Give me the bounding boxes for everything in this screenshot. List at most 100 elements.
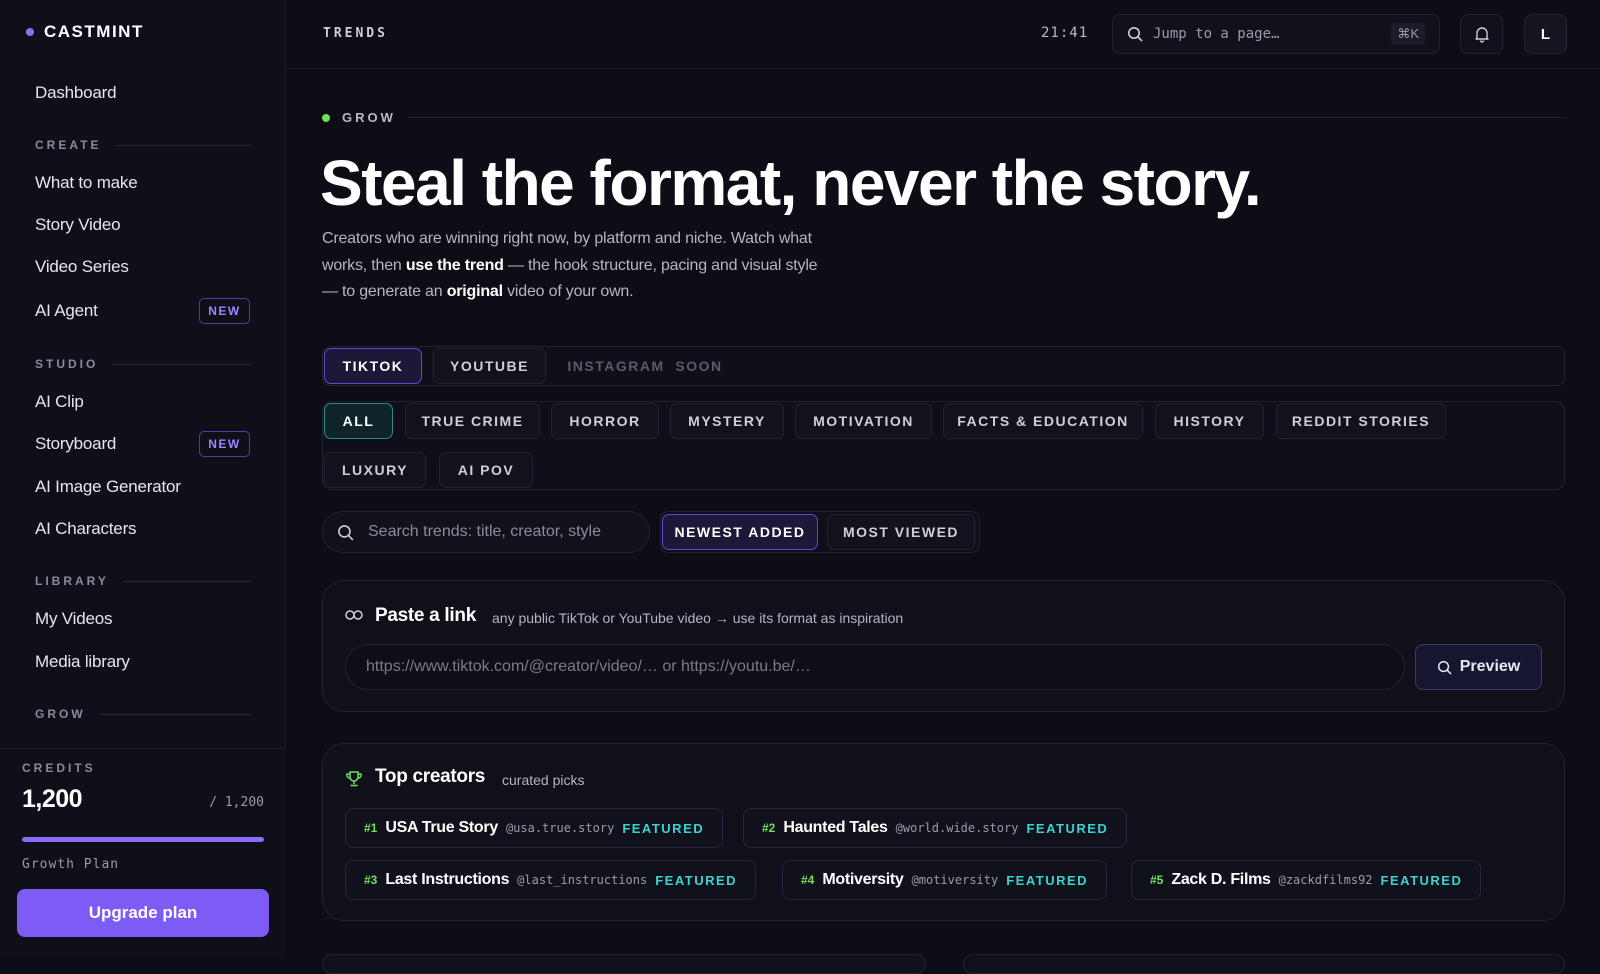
sidebar-item-dashboard[interactable]: Dashboard <box>35 83 117 103</box>
featured-badge: FEATURED <box>1026 820 1109 836</box>
paste-link-subtitle: any public TikTok or YouTube video → use… <box>492 610 904 626</box>
sidebar-item-ai-image-generator[interactable]: AI Image Generator <box>35 477 181 497</box>
search-icon <box>1437 660 1452 674</box>
top-creators-card: Top creators curated picks #1 USA True S… <box>322 743 1565 921</box>
tab-youtube[interactable]: YOUTUBE <box>433 348 546 384</box>
sidebar-item-my-videos[interactable]: My Videos <box>35 609 112 629</box>
creator-rank: #5 <box>1150 873 1164 887</box>
link-icon <box>345 610 363 620</box>
jump-search-placeholder: Jump to a page… <box>1153 26 1280 42</box>
category-reddit-stories[interactable]: REDDIT STORIES <box>1276 403 1446 439</box>
video-url-placeholder: https://www.tiktok.com/@creator/video/… … <box>366 658 811 675</box>
category-mystery[interactable]: MYSTERY <box>670 403 784 439</box>
jump-to-page-search[interactable]: Jump to a page… ⌘K <box>1112 14 1440 54</box>
featured-badge: FEATURED <box>1006 872 1089 888</box>
category-all[interactable]: ALL <box>324 403 393 439</box>
creator-rank: #3 <box>364 873 378 887</box>
section-eyebrow: GROW <box>322 110 1566 125</box>
creator-chip[interactable]: #5 Zack D. Films @zackdfilms92 FEATURED <box>1131 860 1482 900</box>
user-avatar[interactable]: L <box>1524 14 1567 54</box>
search-icon <box>338 524 354 540</box>
category-ai-pov[interactable]: AI POV <box>439 452 533 488</box>
new-badge: NEW <box>199 298 250 324</box>
category-facts-education[interactable]: FACTS & EDUCATION <box>943 403 1143 439</box>
creator-handle: @world.wide.story <box>895 821 1019 835</box>
category-luxury[interactable]: LUXURY <box>324 452 426 488</box>
sidebar-item-video-series[interactable]: Video Series <box>35 257 129 277</box>
status-dot-icon <box>322 113 330 122</box>
bell-icon <box>1474 27 1489 43</box>
category-history[interactable]: HISTORY <box>1155 403 1264 439</box>
notifications-button[interactable] <box>1460 14 1503 54</box>
creator-chip[interactable]: #4 Motiversity @motiversity FEATURED <box>782 860 1108 900</box>
credits-value: 1,200 <box>22 785 83 813</box>
app-logo[interactable]: CASTMINT <box>26 22 144 42</box>
trends-search-placeholder: Search trends: title, creator, style <box>368 523 601 540</box>
featured-badge: FEATURED <box>622 820 705 836</box>
creator-name: Last Instructions <box>385 871 510 888</box>
creator-rank: #2 <box>762 821 776 835</box>
tab-instagram-soon: INSTAGRAM SOON <box>567 358 723 374</box>
trophy-icon <box>346 771 362 787</box>
logo-dot-icon <box>26 28 34 36</box>
platform-tabs: TIKTOK YOUTUBE INSTAGRAM SOON <box>322 346 1565 386</box>
trends-search-input[interactable]: Search trends: title, creator, style <box>322 511 650 553</box>
paste-link-title: Paste a link <box>375 605 476 626</box>
credits-progress-bar <box>22 837 264 842</box>
sort-most-viewed[interactable]: MOST VIEWED <box>827 514 975 550</box>
creator-chip[interactable]: #1 USA True Story @usa.true.story FEATUR… <box>345 808 724 848</box>
creator-name: Haunted Tales <box>783 819 888 836</box>
sidebar-item-storyboard[interactable]: Storyboard <box>35 434 116 454</box>
page-title: TRENDS <box>323 26 388 41</box>
top-creators-title: Top creators <box>375 766 486 787</box>
sidebar: CASTMINT Dashboard CREATE What to make S… <box>0 0 286 957</box>
creator-handle: @last_instructions <box>517 873 648 887</box>
category-filters: ALL TRUE CRIME HORROR MYSTERY MOTIVATION… <box>322 401 1565 490</box>
creator-rank: #1 <box>364 821 378 835</box>
upgrade-plan-button[interactable]: Upgrade plan <box>17 889 269 937</box>
creator-handle: @zackdfilms92 <box>1278 873 1373 887</box>
sidebar-item-ai-characters[interactable]: AI Characters <box>35 519 137 539</box>
credits-panel: CREDITS 1,200 / 1,200 Growth Plan Upgrad… <box>0 748 286 957</box>
featured-badge: FEATURED <box>1380 872 1463 888</box>
creator-handle: @motiversity <box>911 873 999 887</box>
sidebar-item-ai-agent[interactable]: AI Agent <box>35 301 98 321</box>
sidebar-item-media-library[interactable]: Media library <box>35 652 130 672</box>
category-horror[interactable]: HORROR <box>551 403 659 439</box>
creator-name: Motiversity <box>822 871 904 888</box>
plan-name: Growth Plan <box>22 857 120 872</box>
app-name: CASTMINT <box>44 22 144 41</box>
sidebar-item-story-video[interactable]: Story Video <box>35 215 121 235</box>
video-url-input[interactable]: https://www.tiktok.com/@creator/video/… … <box>345 644 1405 690</box>
creator-name: USA True Story <box>385 819 498 836</box>
tab-tiktok[interactable]: TIKTOK <box>324 348 422 384</box>
search-icon <box>1128 27 1143 42</box>
category-true-crime[interactable]: TRUE CRIME <box>405 403 540 439</box>
trend-card[interactable] <box>322 954 926 974</box>
featured-badge: FEATURED <box>655 872 738 888</box>
shortcut-hint: ⌘K <box>1391 23 1425 45</box>
category-motivation[interactable]: MOTIVATION <box>795 403 932 439</box>
creator-rank: #4 <box>801 873 815 887</box>
creator-handle: @usa.true.story <box>505 821 615 835</box>
hero-headline: Steal the format, never the story. <box>320 147 1262 219</box>
sort-newest-added[interactable]: NEWEST ADDED <box>662 514 818 550</box>
sidebar-section-library: LIBRARY <box>35 574 251 588</box>
credits-progress-fill <box>22 837 264 842</box>
creator-name: Zack D. Films <box>1171 871 1271 888</box>
clock: 21:41 <box>1041 25 1089 41</box>
sidebar-section-studio: STUDIO <box>35 357 251 371</box>
preview-button[interactable]: Preview <box>1415 644 1542 690</box>
sidebar-section-grow: GROW <box>35 707 251 721</box>
sidebar-section-create: CREATE <box>35 138 251 152</box>
sidebar-item-ai-clip[interactable]: AI Clip <box>35 392 84 412</box>
top-creators-subtitle: curated picks <box>502 772 585 788</box>
credits-max: / 1,200 <box>209 795 264 810</box>
creator-chip[interactable]: #3 Last Instructions @last_instructions … <box>345 860 757 900</box>
credits-label: CREDITS <box>22 761 96 775</box>
new-badge: NEW <box>199 431 250 457</box>
creator-chip[interactable]: #2 Haunted Tales @world.wide.story FEATU… <box>743 808 1128 848</box>
sort-toggle: NEWEST ADDED MOST VIEWED <box>660 511 980 553</box>
trend-card[interactable] <box>963 954 1565 974</box>
sidebar-item-what-to-make[interactable]: What to make <box>35 173 138 193</box>
